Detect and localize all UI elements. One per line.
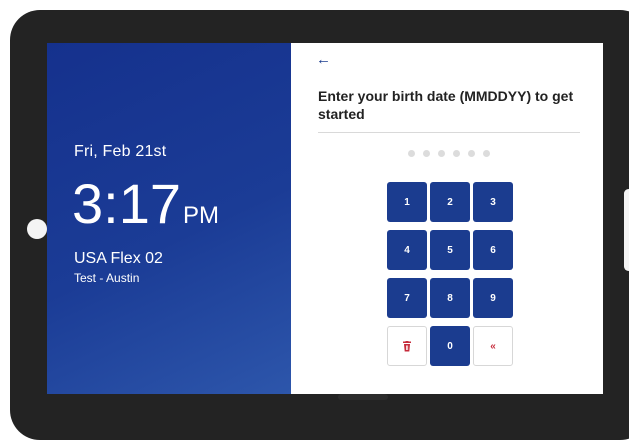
trash-icon (403, 340, 411, 351)
clock-time: 3:17 (72, 172, 181, 235)
key-1[interactable]: 1 (387, 182, 427, 222)
key-2[interactable]: 2 (430, 182, 470, 222)
pin-dot (483, 150, 490, 157)
pin-dot (468, 150, 475, 157)
current-time: 3:17PM (72, 171, 219, 237)
pin-entry-panel: ← Enter your birth date (MMDDYY) to get … (291, 43, 603, 394)
key-5[interactable]: 5 (430, 230, 470, 270)
clock-ampm: PM (183, 202, 219, 229)
backspace-icon: « (490, 340, 496, 352)
key-9[interactable]: 9 (473, 278, 513, 318)
birthdate-prompt: Enter your birth date (MMDDYY) to get st… (318, 88, 574, 122)
key-7[interactable]: 7 (387, 278, 427, 318)
pin-dot (423, 150, 430, 157)
pin-dot (453, 150, 460, 157)
back-arrow-icon[interactable]: ← (316, 51, 331, 68)
key-8[interactable]: 8 (430, 278, 470, 318)
keypad: 1 2 3 4 5 6 7 8 9 0 « (387, 182, 515, 366)
key-6[interactable]: 6 (473, 230, 513, 270)
backspace-button[interactable]: « (473, 326, 513, 366)
key-3[interactable]: 3 (473, 182, 513, 222)
current-date: Fri, Feb 21st (74, 143, 167, 160)
clear-button[interactable] (387, 326, 427, 366)
pin-dots (408, 150, 490, 157)
clock-panel: Fri, Feb 21st 3:17PM USA Flex 02 Test - … (47, 43, 291, 394)
camera-dot (27, 219, 47, 239)
kiosk-screen: Fri, Feb 21st 3:17PM USA Flex 02 Test - … (47, 43, 603, 394)
device-name: USA Flex 02 (74, 250, 163, 267)
pin-dot (438, 150, 445, 157)
divider (318, 132, 580, 133)
pin-dot (408, 150, 415, 157)
home-indicator (338, 394, 388, 400)
key-4[interactable]: 4 (387, 230, 427, 270)
location-name: Test - Austin (74, 271, 140, 285)
key-0[interactable]: 0 (430, 326, 470, 366)
side-button (624, 189, 629, 271)
